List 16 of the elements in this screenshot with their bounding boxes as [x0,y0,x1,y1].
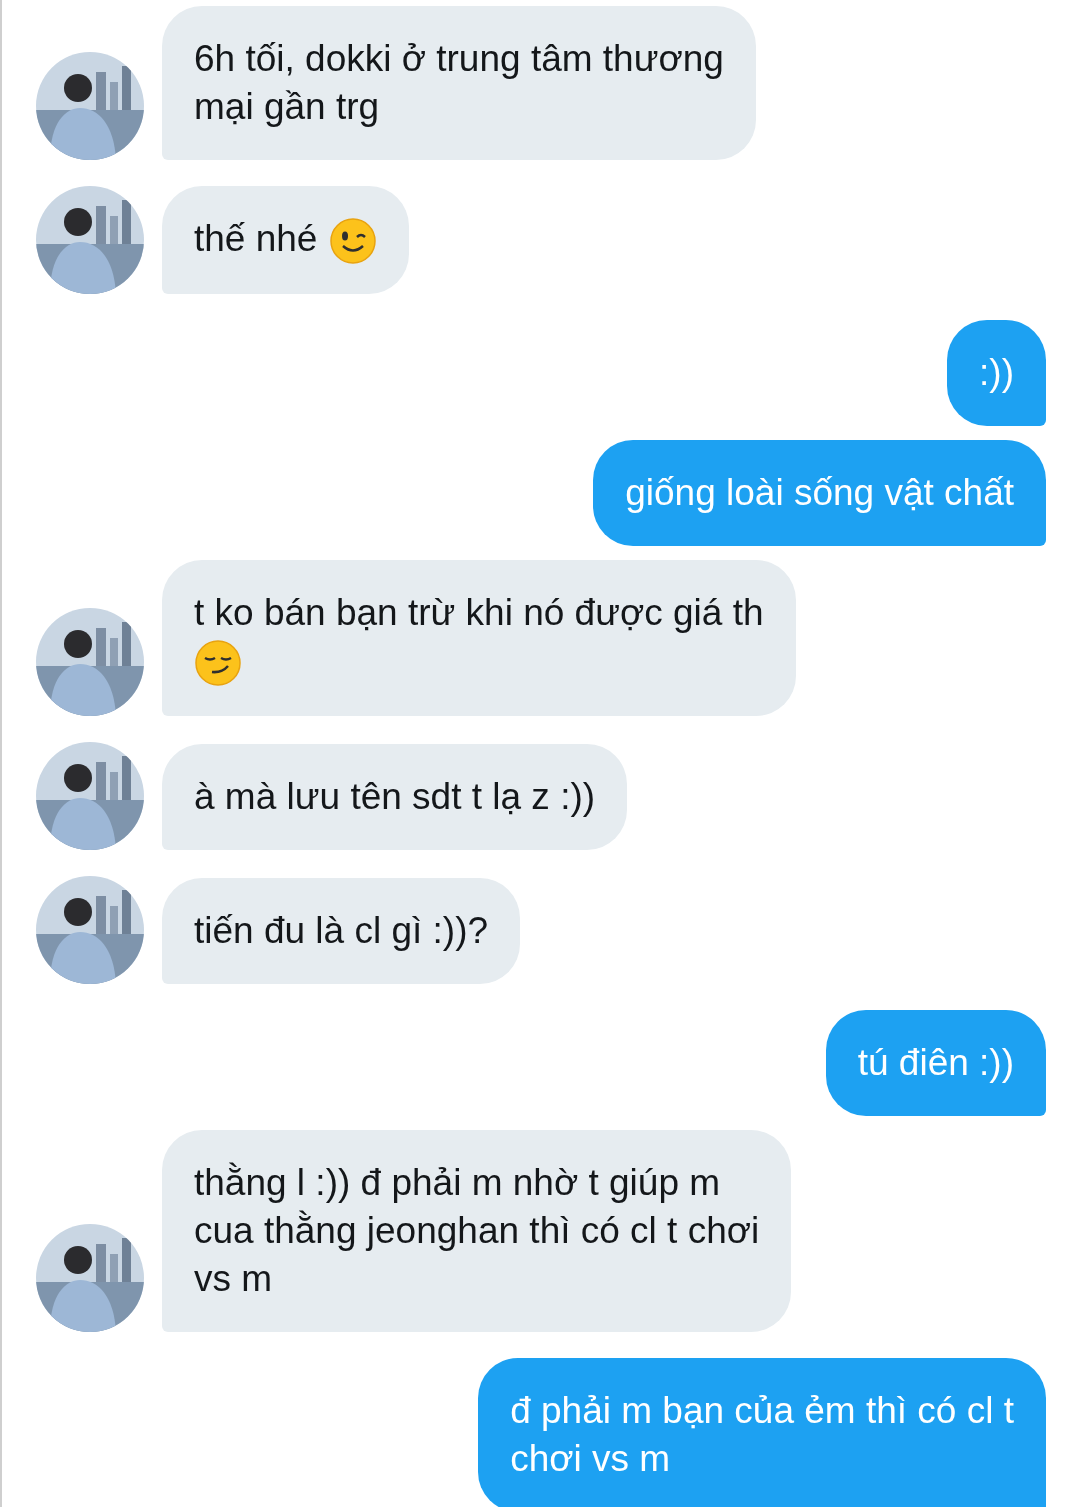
message-text: tú điên :)) [857,1042,1014,1084]
message-text: giống loài sống vật chất [625,472,1014,514]
smirking-face-icon [194,639,242,688]
message-text: chơi vs m [510,1438,671,1480]
message-text: đ phải m bạn của ẻm thì có cl t [510,1390,1014,1432]
message-text: cua thằng jeonghan thì có cl t chơi [194,1210,760,1252]
message-text: thằng l :)) đ phải m nhờ t giúp m [194,1162,721,1204]
message-text: thế nhé [194,218,318,259]
message-text: :)) [979,352,1014,394]
message-text: t ko bán bạn trừ khi nó được giá th [194,592,764,634]
message-text: tiến đu là cl gì :))? [194,910,489,952]
message-text: à mà lưu tên sdt t lạ z :)) [194,776,596,818]
winking-face-icon [329,217,378,266]
message-text: mại gần trg [194,86,380,127]
message-text: 6h tối, dokki ở trung tâm thương [194,38,724,79]
message-text: vs m [194,1258,273,1300]
